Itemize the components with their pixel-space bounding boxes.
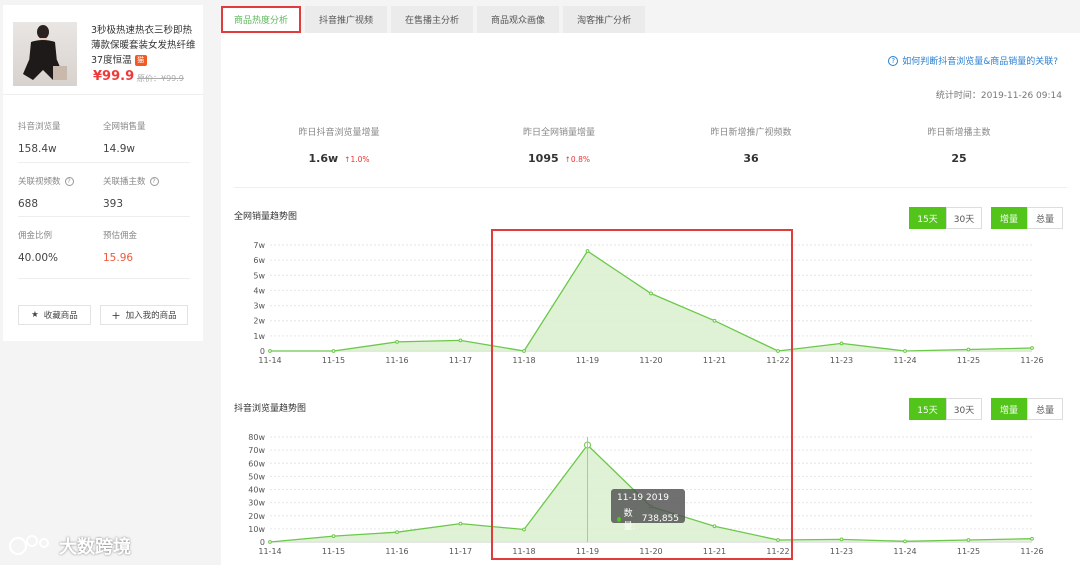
y-tick-label: 1w — [253, 332, 265, 341]
data-point — [458, 338, 463, 343]
y-tick-label: 20w — [248, 512, 265, 521]
logo-icon — [8, 535, 49, 556]
x-tick-label: 11-26 — [1020, 547, 1043, 556]
y-tick-label: 10w — [248, 525, 265, 534]
x-tick-label: 11-26 — [1020, 356, 1043, 365]
y-tick-label: 2w — [253, 317, 265, 326]
data-point — [395, 530, 399, 535]
x-tick-label: 11-25 — [957, 356, 980, 365]
data-point — [903, 349, 907, 353]
chart-tooltip: 11-19 2019 数量: 738,855 — [611, 489, 685, 532]
y-tick-label: 60w — [248, 459, 265, 468]
data-point — [458, 521, 463, 526]
data-point — [839, 341, 844, 346]
data-point — [395, 340, 399, 344]
y-tick-label: 5w — [253, 271, 265, 280]
y-tick-label: 50w — [248, 472, 265, 481]
tooltip-label: 数量: — [623, 509, 636, 532]
x-tick-label: 11-16 — [385, 356, 408, 365]
y-tick-label: 3w — [253, 302, 265, 311]
data-point — [903, 539, 907, 544]
y-tick-label: 0 — [260, 347, 265, 356]
y-tick-label: 0 — [260, 538, 265, 547]
y-tick-label: 70w — [248, 446, 265, 455]
x-tick-label: 11-14 — [258, 356, 281, 365]
data-point — [331, 534, 336, 538]
data-point — [839, 537, 844, 542]
y-tick-label: 40w — [248, 486, 265, 495]
data-point — [331, 349, 336, 353]
x-tick-label: 11-23 — [830, 356, 853, 365]
data-point — [966, 538, 971, 542]
y-tick-label: 7w — [253, 241, 265, 250]
x-tick-label: 11-17 — [449, 547, 472, 556]
data-point — [268, 540, 272, 544]
watermark: 大数跨境 — [8, 533, 131, 559]
y-tick-label: 30w — [248, 499, 265, 508]
watermark-text: 大数跨境 — [59, 537, 131, 558]
data-point — [268, 349, 272, 353]
x-tick-label: 11-24 — [893, 547, 916, 556]
x-tick-label: 11-15 — [322, 356, 345, 365]
data-point — [1030, 536, 1034, 541]
tooltip-title: 11-19 2019 — [617, 493, 669, 503]
data-point — [966, 347, 971, 352]
x-tick-label: 11-25 — [957, 547, 980, 556]
y-tick-label: 6w — [253, 256, 265, 265]
x-tick-label: 11-23 — [830, 547, 853, 556]
tooltip-value: 738,855 — [641, 514, 679, 524]
x-tick-label: 11-14 — [258, 547, 281, 556]
y-tick-label: 80w — [248, 433, 265, 442]
x-tick-label: 11-16 — [385, 547, 408, 556]
x-tick-label: 11-24 — [893, 356, 916, 365]
data-point — [1030, 346, 1034, 350]
y-tick-label: 4w — [253, 286, 265, 295]
x-tick-label: 11-15 — [322, 547, 345, 556]
series-dot-icon — [617, 516, 621, 522]
x-tick-label: 11-17 — [449, 356, 472, 365]
